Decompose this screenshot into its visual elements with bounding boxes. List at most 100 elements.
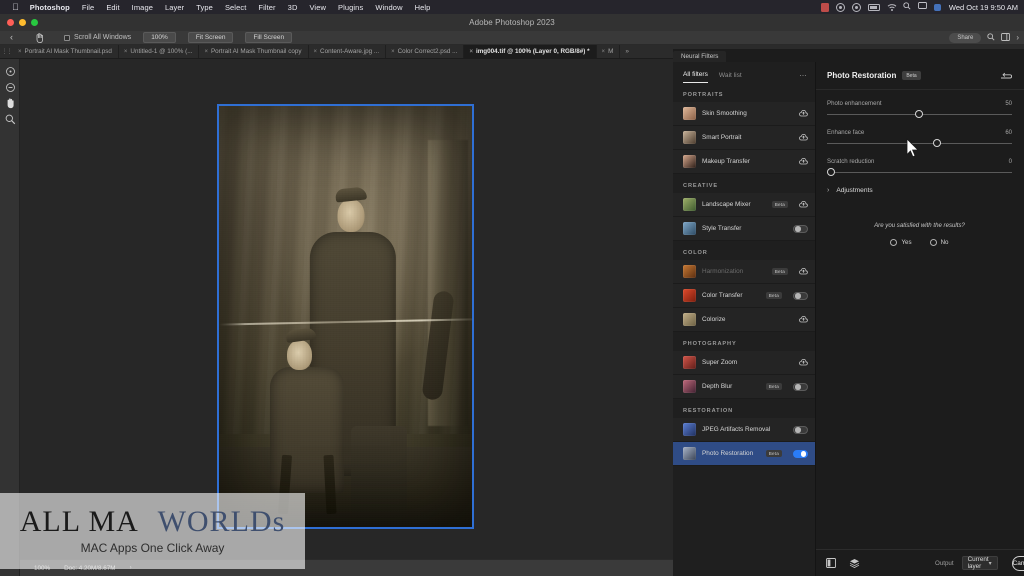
- menu-item-edit[interactable]: Edit: [106, 3, 119, 12]
- menu-item-layer[interactable]: Layer: [165, 3, 184, 12]
- document-tab[interactable]: × Portrait AI Mask Thumbnail copy: [199, 45, 309, 58]
- slider-value[interactable]: 60: [1005, 130, 1012, 136]
- wifi-icon[interactable]: [887, 3, 897, 12]
- close-tab-icon[interactable]: ×: [314, 49, 318, 55]
- output-select[interactable]: Current layer ▾: [961, 556, 998, 570]
- download-cloud-icon[interactable]: [799, 109, 808, 118]
- slider-knob[interactable]: [915, 110, 923, 118]
- download-cloud-icon[interactable]: [799, 267, 808, 276]
- document-tab[interactable]: × Untitled-1 @ 100% (...: [118, 45, 200, 58]
- screen-icon[interactable]: [835, 2, 845, 12]
- document-tab[interactable]: × Portrait AI Mask Thumbnail.psd: [13, 45, 119, 58]
- close-tab-icon[interactable]: ×: [124, 49, 128, 55]
- menu-item-photoshop[interactable]: Photoshop: [30, 3, 70, 12]
- close-tab-icon[interactable]: ×: [391, 49, 395, 55]
- filter-row[interactable]: JPEG Artifacts Removal: [673, 418, 815, 442]
- share-button[interactable]: Share: [949, 32, 982, 43]
- scroll-all-windows-checkbox[interactable]: Scroll All Windows: [64, 34, 131, 41]
- slider-knob[interactable]: [827, 168, 835, 176]
- display-icon[interactable]: [917, 2, 927, 12]
- hand-tool[interactable]: [0, 95, 20, 111]
- filter-toggle-on[interactable]: [793, 449, 808, 458]
- slider-value[interactable]: 50: [1005, 101, 1012, 107]
- back-chevron-icon[interactable]: ‹: [10, 33, 13, 42]
- menu-item-type[interactable]: Type: [196, 3, 213, 12]
- tab-overflow-button[interactable]: »: [620, 45, 634, 58]
- rotate-view-tool[interactable]: [0, 63, 20, 79]
- menu-item-file[interactable]: File: [82, 3, 95, 12]
- checkbox-box[interactable]: [64, 34, 70, 41]
- menu-item-filter[interactable]: Filter: [258, 3, 275, 12]
- hand-tool-icon[interactable]: [33, 32, 46, 43]
- filter-row[interactable]: Super Zoom: [673, 351, 815, 375]
- menu-item-select[interactable]: Select: [225, 3, 246, 12]
- tab-all-filters[interactable]: All filters: [683, 71, 708, 83]
- apple-icon[interactable]: : [12, 2, 19, 12]
- close-tab-icon[interactable]: ×: [602, 49, 606, 55]
- filter-row[interactable]: Landscape Mixer Beta: [673, 193, 815, 217]
- image-canvas[interactable]: [217, 104, 474, 529]
- menu-item-plugins[interactable]: Plugins: [338, 3, 363, 12]
- close-tab-icon[interactable]: ×: [18, 49, 22, 55]
- adjustments-disclosure[interactable]: › Adjustments: [827, 187, 1012, 194]
- bluetooth-icon[interactable]: [933, 3, 941, 11]
- layers-stack-icon[interactable]: [849, 558, 860, 568]
- status-zoom-level[interactable]: 100%: [34, 565, 50, 572]
- download-cloud-icon[interactable]: [799, 157, 808, 166]
- zoom-tool[interactable]: [0, 111, 20, 127]
- close-tab-icon[interactable]: ×: [204, 49, 208, 55]
- workspace-chevron-icon[interactable]: ›: [1016, 33, 1019, 42]
- filter-row[interactable]: Depth Blur Beta: [673, 375, 815, 399]
- spotlight-search-icon[interactable]: [903, 2, 911, 12]
- menubar-clock[interactable]: Wed Oct 19 9:50 AM: [949, 3, 1018, 12]
- fill-screen-button[interactable]: Fill Screen: [245, 32, 293, 43]
- search-icon[interactable]: [987, 32, 995, 43]
- download-cloud-icon[interactable]: [799, 200, 808, 209]
- slider-value[interactable]: 0: [1009, 159, 1012, 165]
- document-tab[interactable]: × M: [596, 45, 621, 58]
- chevron-right-icon[interactable]: ›: [827, 187, 829, 194]
- download-cloud-icon[interactable]: [799, 133, 808, 142]
- zoom-100-button[interactable]: 100%: [143, 32, 176, 43]
- menu-item-window[interactable]: Window: [375, 3, 402, 12]
- fit-screen-button[interactable]: Fit Screen: [187, 32, 234, 43]
- menu-item-view[interactable]: View: [309, 3, 326, 12]
- control-center-icon[interactable]: [851, 2, 861, 12]
- download-cloud-icon[interactable]: [799, 315, 808, 324]
- filter-toggle-off[interactable]: [793, 382, 808, 391]
- menu-item-3d[interactable]: 3D: [288, 3, 298, 12]
- document-tab[interactable]: × img004.tif @ 100% (Layer 0, RGB/8#) *: [464, 45, 597, 58]
- filter-toggle-off[interactable]: [793, 291, 808, 300]
- record-icon[interactable]: [820, 2, 829, 12]
- status-expand-icon[interactable]: ›: [130, 565, 132, 571]
- filter-row[interactable]: Colorize: [673, 308, 815, 332]
- split-preview-icon[interactable]: [826, 558, 836, 568]
- close-tab-icon[interactable]: ×: [469, 49, 473, 55]
- workspace-icon[interactable]: [1001, 32, 1011, 43]
- filter-toggle-off[interactable]: [793, 425, 808, 434]
- more-options-icon[interactable]: ⋯: [800, 73, 808, 80]
- tab-neural-filters[interactable]: Neural Filters: [673, 51, 727, 62]
- tab-drag-handle[interactable]: ⋮⋮: [0, 45, 13, 58]
- slider-knob[interactable]: [932, 139, 941, 147]
- filter-row[interactable]: Style Transfer: [673, 217, 815, 241]
- download-cloud-icon[interactable]: [799, 358, 808, 367]
- feedback-yes-button[interactable]: Yes: [890, 239, 912, 246]
- zoom-out-tool[interactable]: [0, 79, 20, 95]
- document-tab[interactable]: × Content-Aware.jpg ...: [308, 45, 387, 58]
- menu-item-image[interactable]: Image: [132, 3, 153, 12]
- filter-toggle-off[interactable]: [793, 224, 808, 233]
- slider-track[interactable]: [827, 110, 1012, 118]
- reset-icon[interactable]: [1000, 67, 1012, 85]
- battery-icon[interactable]: [867, 3, 880, 11]
- filter-row[interactable]: Harmonization Beta: [673, 260, 815, 284]
- slider-track[interactable]: [827, 168, 1012, 176]
- filter-row[interactable]: Color Transfer Beta: [673, 284, 815, 308]
- cancel-button[interactable]: Cancel: [1011, 555, 1024, 571]
- canvas-area[interactable]: ...rocessing on device.: [20, 59, 673, 559]
- filter-row[interactable]: Skin Smoothing: [673, 102, 815, 126]
- filter-row[interactable]: Smart Portrait: [673, 126, 815, 150]
- document-tab[interactable]: × Color Correct2.psd ...: [386, 45, 465, 58]
- feedback-no-button[interactable]: No: [929, 239, 949, 246]
- menu-item-help[interactable]: Help: [415, 3, 431, 12]
